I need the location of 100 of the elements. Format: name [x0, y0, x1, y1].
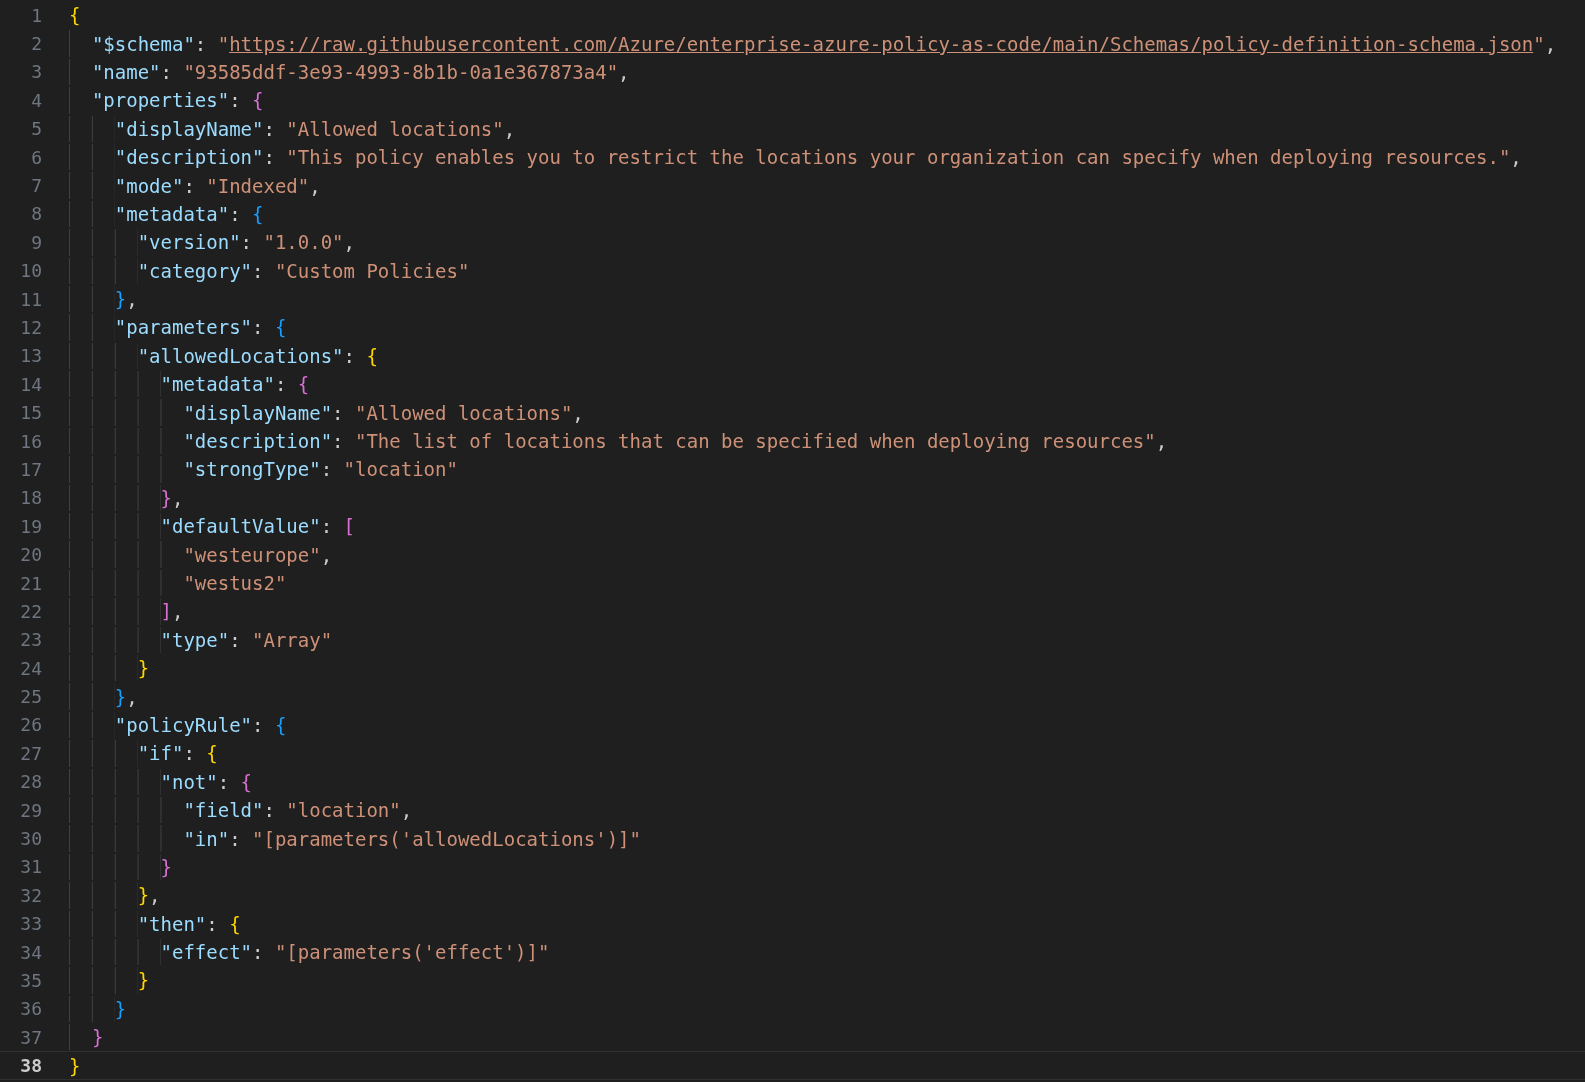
- bracket: {: [252, 89, 264, 112]
- bracket: [: [343, 515, 355, 538]
- punctuation: ,: [572, 401, 584, 424]
- punctuation: :: [194, 32, 208, 55]
- json-key: "description": [114, 146, 264, 169]
- bracket: }: [160, 855, 172, 878]
- line-number: 38: [19, 1055, 42, 1077]
- json-key: "field": [183, 799, 264, 822]
- bracket: {: [206, 742, 218, 765]
- line-number: 9: [30, 231, 42, 253]
- json-key: "if": [137, 742, 184, 765]
- string-value: ": [1533, 32, 1545, 55]
- punctuation: ,: [171, 486, 184, 509]
- line-number: 17: [19, 458, 42, 480]
- line-number: 25: [19, 686, 42, 708]
- bracket: {: [240, 770, 253, 793]
- punctuation: :: [343, 344, 356, 367]
- punctuation: :: [332, 430, 345, 453]
- line-number: 20: [19, 544, 42, 566]
- bracket: {: [69, 4, 81, 27]
- line-number: 26: [19, 714, 42, 736]
- bracket: }: [114, 685, 127, 708]
- line-number: 2: [30, 33, 42, 55]
- string-value: "The list of locations that can be specified when deploying resources": [355, 430, 1156, 453]
- line-number: 15: [19, 402, 42, 424]
- bracket: {: [274, 713, 287, 736]
- line-number: 34: [19, 941, 42, 963]
- line-number: 36: [19, 998, 42, 1020]
- string-value: "Allowed locations": [355, 401, 573, 424]
- punctuation: :: [252, 713, 265, 736]
- string-value: "[parameters('allowedLocations')]": [252, 827, 641, 850]
- bracket: ]: [160, 600, 172, 623]
- punctuation: ,: [320, 543, 333, 566]
- string-value: "1.0.0": [263, 231, 344, 254]
- punctuation: ,: [1544, 32, 1557, 55]
- line-number: 31: [19, 856, 42, 878]
- line-number: 19: [19, 515, 42, 537]
- json-key: "defaultValue": [160, 515, 321, 538]
- line-number: 1: [30, 4, 42, 26]
- line-number: 27: [19, 742, 42, 764]
- punctuation: ,: [618, 60, 630, 83]
- punctuation: :: [252, 259, 265, 282]
- line-number: 12: [19, 317, 42, 338]
- line-number: 28: [19, 771, 42, 793]
- json-key: "in": [183, 827, 230, 850]
- punctuation: :: [263, 146, 276, 169]
- line-number: 3: [30, 61, 42, 83]
- line-number: 10: [19, 260, 42, 282]
- bracket: }: [160, 486, 172, 509]
- line-number: 16: [19, 430, 42, 452]
- json-key: "category": [137, 259, 252, 282]
- punctuation: ,: [126, 288, 138, 311]
- json-key: "then": [137, 912, 207, 935]
- json-key: "displayName": [183, 401, 333, 424]
- line-number: 33: [19, 913, 42, 935]
- bracket: }: [69, 1054, 81, 1077]
- string-value: "location": [286, 799, 401, 822]
- punctuation: :: [229, 89, 242, 112]
- string-value: "location": [343, 458, 458, 481]
- bracket: }: [137, 884, 150, 907]
- line-number: 37: [19, 1026, 42, 1048]
- string-value: ": [217, 32, 230, 55]
- string-value: "Array": [252, 628, 333, 651]
- bracket: }: [91, 1026, 104, 1049]
- punctuation: :: [263, 117, 276, 140]
- punctuation: :: [183, 742, 196, 765]
- url-link[interactable]: https://raw.githubusercontent.com/Azure/enterprise-azure-policy-as-code/main/Schemas/policy-definition-schema.json: [229, 32, 1534, 55]
- punctuation: ,: [171, 600, 184, 623]
- punctuation: :: [274, 373, 288, 396]
- punctuation: :: [252, 316, 265, 339]
- line-number: 32: [19, 884, 42, 906]
- punctuation: :: [320, 458, 334, 481]
- json-key: "effect": [160, 941, 252, 964]
- punctuation: :: [320, 515, 334, 538]
- bracket: {: [297, 373, 310, 396]
- punctuation: :: [217, 770, 231, 793]
- bracket: }: [137, 969, 150, 992]
- string-value: "93585ddf-3e93-4993-8b1b-0a1e367873a4": [183, 60, 619, 83]
- json-key: "$schema": [91, 32, 195, 55]
- punctuation: :: [252, 941, 265, 964]
- bracket: }: [114, 997, 127, 1020]
- punctuation: ,: [126, 685, 138, 708]
- json-key: "mode": [114, 174, 184, 197]
- bracket: }: [137, 657, 150, 680]
- line-number: 4: [30, 89, 42, 111]
- string-value: "Custom Policies": [274, 259, 470, 282]
- line-number: 30: [19, 828, 42, 849]
- string-value: "westus2": [183, 572, 287, 594]
- punctuation: :: [183, 174, 196, 197]
- line-number: 24: [19, 657, 42, 679]
- json-key: "metadata": [160, 373, 275, 396]
- punctuation: :: [229, 827, 242, 850]
- string-value: "[parameters('effect')]": [274, 941, 550, 964]
- line-number: 21: [19, 572, 42, 594]
- json-key: "version": [137, 231, 241, 254]
- line-number: 6: [30, 146, 42, 168]
- punctuation: ,: [1510, 146, 1522, 169]
- line-number: 35: [19, 969, 42, 991]
- json-key: "strongType": [183, 458, 321, 481]
- punctuation: ,: [503, 117, 516, 140]
